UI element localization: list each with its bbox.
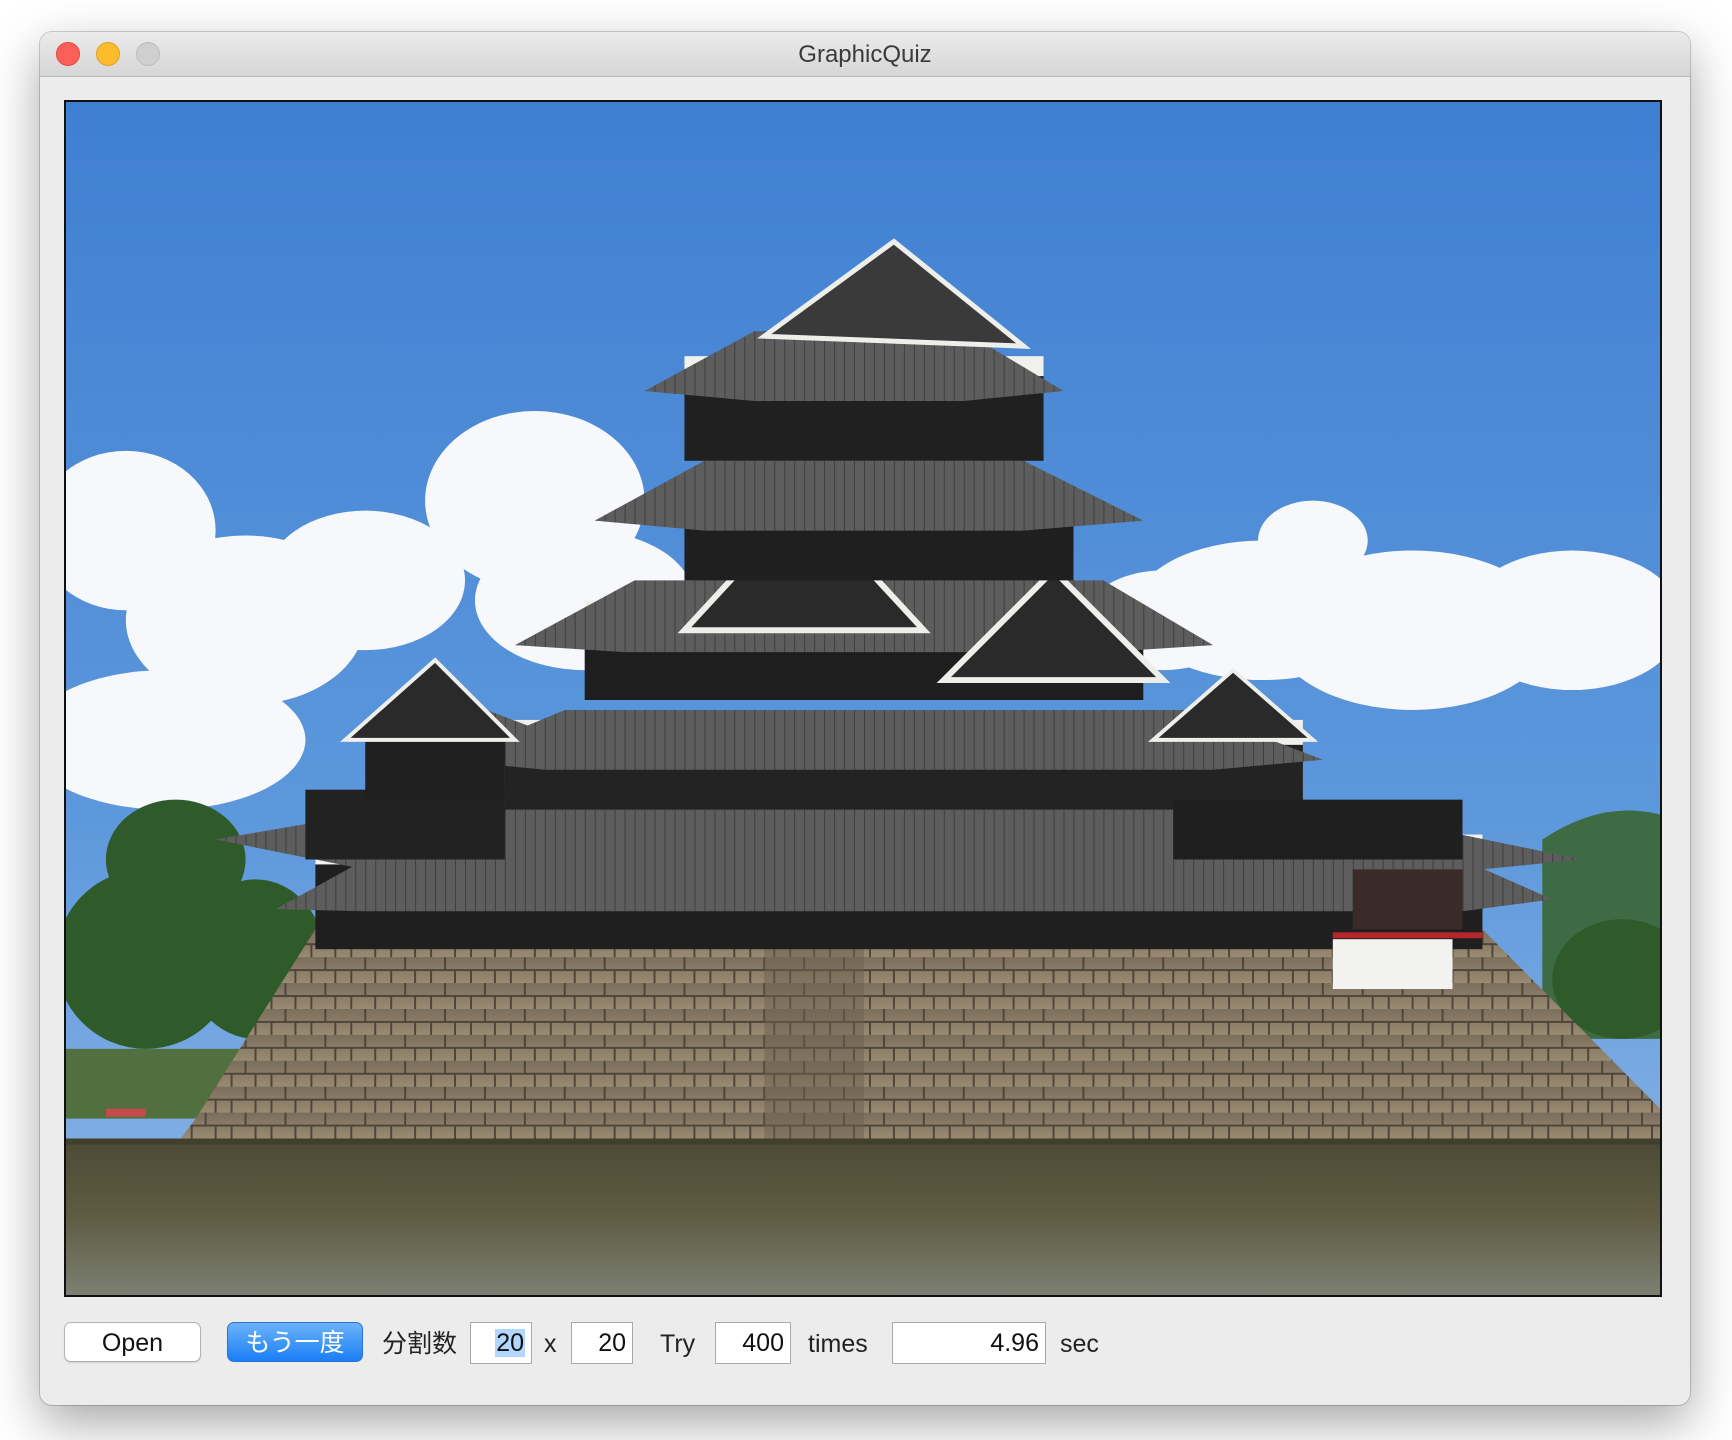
divisions-cols-input[interactable]: 20 xyxy=(470,1322,532,1364)
window-title: GraphicQuiz xyxy=(798,41,932,68)
retry-button[interactable]: もう一度 xyxy=(227,1322,363,1362)
sec-label: sec xyxy=(1060,1330,1099,1358)
castle-photo xyxy=(66,102,1660,1295)
divisions-rows-input[interactable]: 20 xyxy=(571,1322,633,1364)
times-symbol: x xyxy=(544,1330,557,1358)
divisions-cols-value: 20 xyxy=(495,1329,525,1357)
app-window: GraphicQuiz Open もう一度 分割数 20 x 20 Try 40… xyxy=(40,32,1690,1405)
try-label: Try xyxy=(660,1330,696,1358)
divisions-label: 分割数 xyxy=(382,1330,458,1358)
try-count-field[interactable]: 400 xyxy=(715,1322,791,1364)
elapsed-time-field[interactable]: 4.96 xyxy=(892,1322,1046,1364)
open-button[interactable]: Open xyxy=(64,1322,201,1362)
puzzle-image[interactable] xyxy=(64,100,1662,1297)
times-label: times xyxy=(808,1330,868,1358)
control-bar: Open もう一度 分割数 20 x 20 Try 400 times 4.96… xyxy=(40,1322,1690,1382)
title-bar[interactable]: GraphicQuiz xyxy=(40,32,1690,77)
